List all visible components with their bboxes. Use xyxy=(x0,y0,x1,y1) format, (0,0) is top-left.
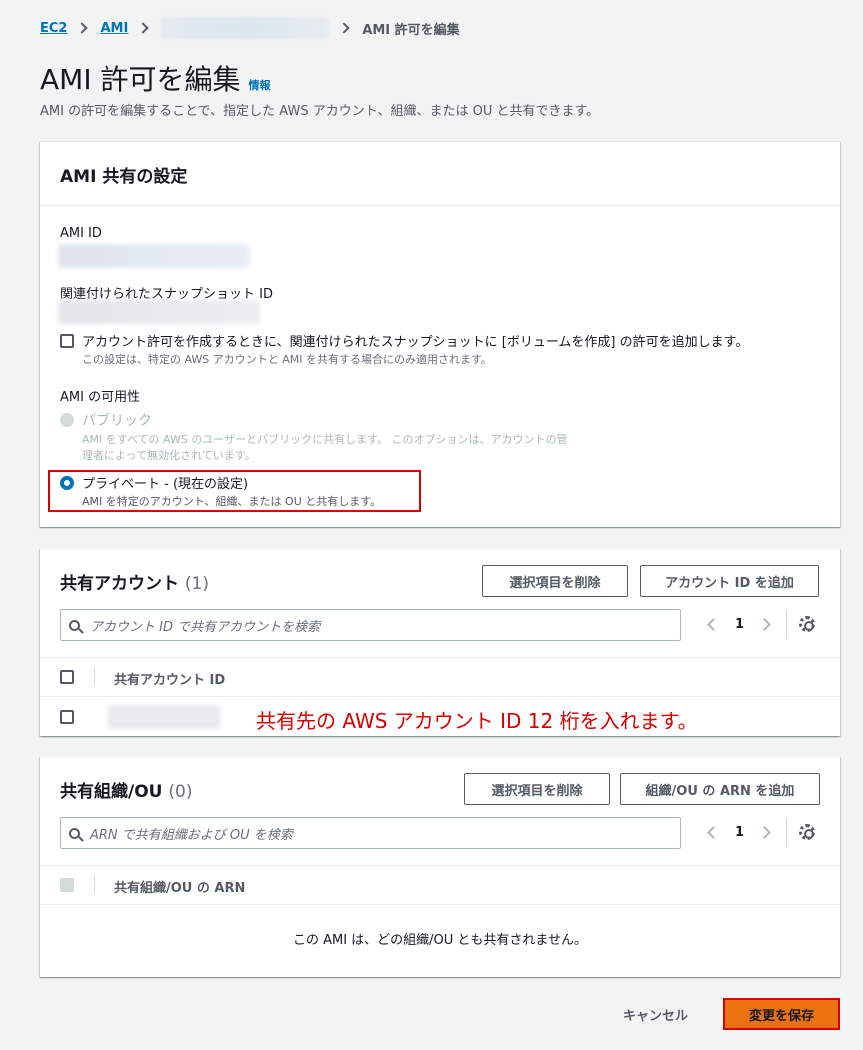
private-label: プライベート - (現在の設定) xyxy=(82,477,249,492)
private-radio[interactable] xyxy=(60,476,74,490)
breadcrumb-ami-id-redacted[interactable] xyxy=(161,17,330,39)
page-title-text: AMI 許可を編集 xyxy=(40,63,241,96)
divider xyxy=(94,669,95,685)
create-volume-permission-hint: この設定は、特定の AWS アカウントと AMI を共有する場合にのみ適用されま… xyxy=(82,353,492,366)
divider xyxy=(786,819,787,847)
chevron-right-icon[interactable] xyxy=(758,618,771,631)
availability-label: AMI の可用性 xyxy=(60,390,141,405)
gear-icon[interactable] xyxy=(799,824,815,840)
remove-selected-accounts-button[interactable]: 選択項目を削除 xyxy=(482,565,628,597)
shared-accounts-title: 共有アカウント xyxy=(60,574,179,594)
column-header-org-arn: 共有組織/OU の ARN xyxy=(114,881,246,896)
divider xyxy=(40,696,840,697)
select-all-orgs-checkbox xyxy=(60,878,74,892)
shared-accounts-heading: 共有アカウント (1) xyxy=(60,569,209,594)
account-id-redacted xyxy=(108,705,220,729)
page-title: AMI 許可を編集 情報 xyxy=(40,58,270,98)
account-search-placeholder: アカウント ID で共有アカウントを検索 xyxy=(90,619,321,635)
public-description-line-2: 理者によって無効化されています。 xyxy=(82,449,256,462)
page-number[interactable]: 1 xyxy=(735,825,744,840)
remove-selected-orgs-button[interactable]: 選択項目を削除 xyxy=(464,773,610,805)
chevron-left-icon[interactable] xyxy=(707,826,720,839)
search-icon xyxy=(69,827,80,839)
public-label: パブリック xyxy=(82,413,152,429)
shared-orgs-title: 共有組織/OU xyxy=(60,782,163,802)
public-radio[interactable] xyxy=(60,413,74,427)
divider xyxy=(786,611,787,639)
cancel-button[interactable]: キャンセル xyxy=(623,1005,688,1024)
account-row-checkbox[interactable] xyxy=(60,710,74,724)
info-link[interactable]: 情報 xyxy=(248,77,270,93)
ami-share-settings-panel: AMI 共有の設定 AMI ID 関連付けられたスナップショット ID アカウン… xyxy=(40,141,840,527)
chevron-right-icon xyxy=(137,22,149,34)
empty-state-message: この AMI は、どの組織/OU とも共有されません。 xyxy=(292,933,588,948)
annotation-note: 共有先の AWS アカウント ID 12 桁を入れます。 xyxy=(256,709,698,733)
divider xyxy=(40,865,840,866)
snapshot-id-value-redacted xyxy=(58,300,260,324)
shared-orgs-panel: 共有組織/OU (0) 選択項目を削除 組織/OU の ARN を追加 ARN … xyxy=(40,756,840,977)
shared-accounts-count: (1) xyxy=(184,574,210,594)
ami-id-value-redacted xyxy=(58,244,250,268)
chevron-right-icon xyxy=(76,22,89,34)
chevron-right-icon xyxy=(338,22,350,34)
settings-heading: AMI 共有の設定 xyxy=(60,167,188,187)
shared-orgs-heading: 共有組織/OU (0) xyxy=(60,777,192,802)
shared-orgs-count: (0) xyxy=(168,782,193,802)
column-header-account-id: 共有アカウント ID xyxy=(114,673,226,688)
divider xyxy=(40,657,840,658)
add-account-id-button[interactable]: アカウント ID を追加 xyxy=(640,565,819,597)
account-search-input[interactable]: アカウント ID で共有アカウントを検索 xyxy=(60,609,681,641)
select-all-accounts-checkbox[interactable] xyxy=(60,670,74,684)
breadcrumb-current: AMI 許可を編集 xyxy=(362,22,460,38)
shared-accounts-panel: 共有アカウント (1) 選択項目を削除 アカウント ID を追加 アカウント I… xyxy=(40,548,840,736)
chevron-left-icon[interactable] xyxy=(707,618,720,631)
create-volume-permission-checkbox[interactable] xyxy=(60,334,74,348)
public-description-line-1: AMI をすべての AWS のユーザーとパブリックに共有します。 このオプション… xyxy=(82,433,568,446)
page-number[interactable]: 1 xyxy=(735,617,744,632)
divider xyxy=(94,877,95,893)
create-volume-permission-label: アカウント許可を作成するときに、関連付けられたスナップショットに [ボリュームを… xyxy=(82,335,749,350)
org-search-placeholder: ARN で共有組織および OU を検索 xyxy=(90,827,293,843)
search-icon xyxy=(69,619,80,631)
breadcrumb: EC2 AMI AMI 許可を編集 xyxy=(40,17,460,39)
page-description: AMI の許可を編集することで、指定した AWS アカウント、組織、または OU… xyxy=(40,104,600,119)
divider xyxy=(40,904,840,905)
add-org-arn-button[interactable]: 組織/OU の ARN を追加 xyxy=(620,773,820,805)
save-changes-button[interactable]: 変更を保存 xyxy=(723,998,840,1030)
private-description: AMI を特定のアカウント、組織、または OU と共有します。 xyxy=(82,495,382,508)
breadcrumb-ec2-link[interactable]: EC2 xyxy=(40,21,67,36)
gear-icon[interactable] xyxy=(799,616,815,632)
divider xyxy=(40,205,840,206)
org-search-input[interactable]: ARN で共有組織および OU を検索 xyxy=(60,817,681,849)
chevron-right-icon[interactable] xyxy=(758,826,771,839)
ami-id-label: AMI ID xyxy=(60,226,102,241)
breadcrumb-ami-link[interactable]: AMI xyxy=(100,21,128,36)
